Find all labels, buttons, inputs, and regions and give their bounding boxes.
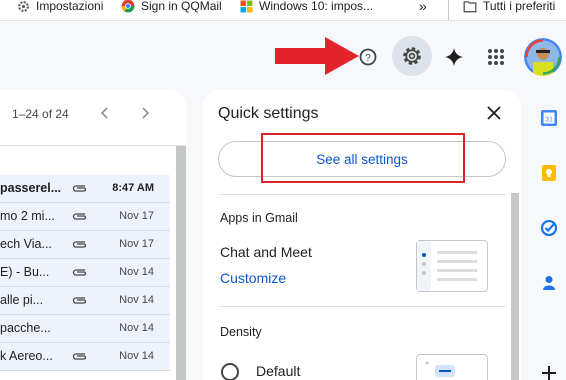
annotation-arrow: [275, 37, 359, 75]
attachment-icon: [72, 185, 87, 192]
bookmark-impostazioni[interactable]: Impostazioni: [17, 0, 103, 14]
table-row[interactable]: ech Via... Nov 17: [0, 231, 170, 259]
apps-grid-icon[interactable]: [484, 45, 508, 69]
bookmark-all-favorites[interactable]: Tutti i preferiti: [463, 0, 555, 14]
email-date: Nov 14: [119, 266, 154, 278]
bookmarks-bar: Impostazioni Sign in QQMail Windows 10: …: [0, 0, 566, 21]
pagination-label: 1–24 of 24: [12, 107, 69, 121]
table-row[interactable]: E) - Bu... Nov 14: [0, 259, 170, 287]
keep-icon[interactable]: [542, 165, 556, 181]
newer-page-chevron-icon[interactable]: [140, 107, 150, 119]
gemini-sparkle-icon[interactable]: [442, 45, 466, 69]
divider: [218, 194, 506, 195]
list-divider: [0, 145, 186, 146]
folder-icon: [463, 1, 477, 13]
quick-settings-panel: Quick settings See all settings Apps in …: [203, 90, 521, 380]
bookmark-windows10[interactable]: Windows 10: impos...: [240, 0, 373, 14]
density-default-label: Default: [256, 363, 301, 379]
email-date: Nov 17: [119, 238, 154, 250]
close-icon[interactable]: [487, 106, 501, 120]
bookmark-qqmail[interactable]: Sign in QQMail: [121, 0, 222, 14]
avatar[interactable]: [524, 38, 562, 76]
chat-meet-preview: [416, 240, 488, 292]
svg-text:?: ?: [365, 53, 371, 64]
side-panel: 31: [526, 90, 566, 380]
email-date: Nov 14: [119, 322, 154, 334]
gear-icon: [18, 1, 29, 12]
email-subject: ech Via...: [0, 237, 52, 251]
apps-in-gmail-heading: Apps in Gmail: [220, 211, 298, 225]
attachment-icon: [72, 297, 87, 304]
more-bookmarks-button[interactable]: »: [419, 0, 427, 14]
chrome-icon: [121, 0, 135, 13]
bookmark-label: Tutti i preferiti: [483, 0, 556, 13]
bookmark-label: Impostazioni: [36, 0, 104, 13]
email-date: Nov 14: [119, 350, 154, 362]
annotation-highlight-box: [261, 133, 465, 183]
bookmark-label: Sign in QQMail: [141, 0, 222, 13]
email-date: Nov 14: [119, 294, 154, 306]
attachment-icon: [72, 213, 87, 220]
density-preview: [416, 354, 488, 380]
email-subject: k Aereo...: [0, 349, 53, 363]
email-subject: passerel...: [0, 181, 62, 195]
attachment-icon: [72, 353, 87, 360]
email-date: 8:47 AM: [112, 182, 154, 194]
settings-gear-button[interactable]: [392, 36, 432, 76]
support-icon[interactable]: ?: [358, 47, 378, 67]
attachment-icon: [72, 269, 87, 276]
email-subject: E) - Bu...: [0, 265, 50, 279]
divider: [218, 306, 506, 307]
bookmark-label: Windows 10: impos...: [259, 0, 374, 13]
customize-link[interactable]: Customize: [220, 270, 286, 286]
contacts-icon[interactable]: [543, 275, 555, 291]
mail-list-scrollbar[interactable]: [176, 146, 186, 380]
calendar-icon[interactable]: 31: [541, 110, 557, 126]
older-page-chevron-icon[interactable]: [100, 107, 110, 119]
add-icon[interactable]: [542, 366, 556, 380]
email-subject: pacche...: [0, 321, 51, 335]
table-row[interactable]: passerel... 8:47 AM: [0, 175, 170, 203]
density-default-radio[interactable]: [221, 363, 239, 380]
table-row[interactable]: pacche... Nov 14: [0, 315, 170, 343]
quick-settings-title: Quick settings: [218, 105, 319, 122]
email-subject: mo 2 mi...: [0, 209, 55, 223]
email-subject: alle pi...: [0, 293, 44, 307]
table-row[interactable]: k Aereo... Nov 14: [0, 343, 170, 371]
settings-gear-icon: [403, 47, 421, 65]
windows-icon: [240, 0, 253, 13]
attachment-icon: [72, 241, 87, 248]
email-date: Nov 17: [119, 210, 154, 222]
density-heading: Density: [220, 325, 262, 339]
tasks-icon[interactable]: [541, 220, 557, 236]
table-row[interactable]: alle pi... Nov 14: [0, 287, 170, 315]
calendar-day: 31: [545, 117, 553, 124]
table-row[interactable]: mo 2 mi... Nov 17: [0, 203, 170, 231]
quick-settings-scrollbar[interactable]: [511, 193, 519, 380]
chat-meet-label: Chat and Meet: [220, 244, 312, 260]
